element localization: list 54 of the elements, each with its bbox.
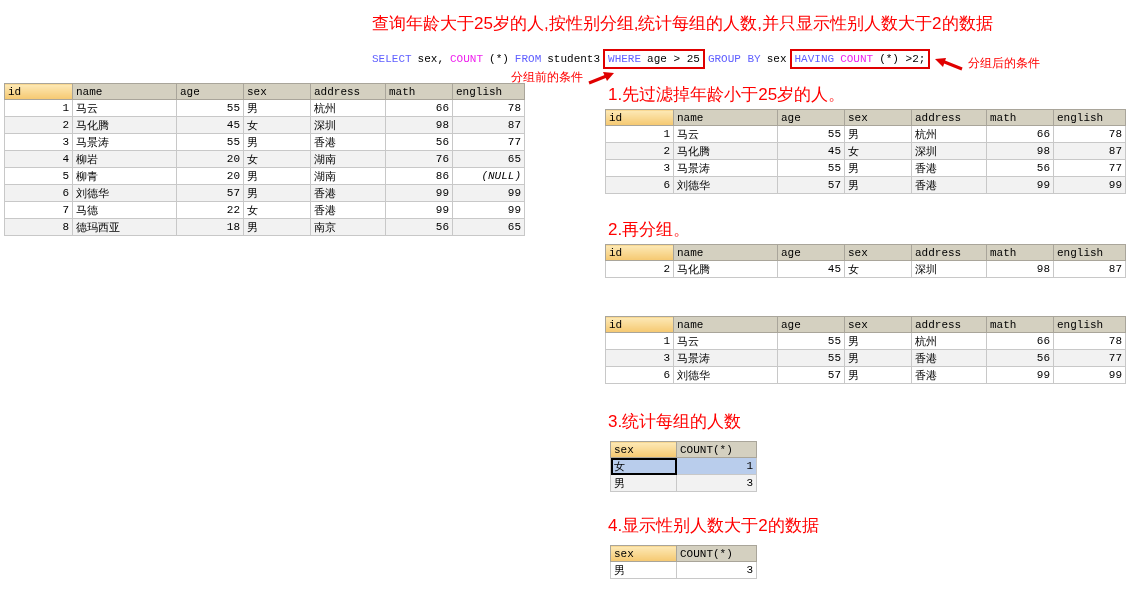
column-header[interactable]: sex: [844, 316, 912, 333]
column-header[interactable]: math: [986, 244, 1054, 261]
column-header[interactable]: english: [452, 83, 525, 100]
column-header[interactable]: address: [911, 109, 987, 126]
step-heading: 1.先过滤掉年龄小于25岁的人。: [608, 84, 847, 106]
column-header[interactable]: english: [1053, 109, 1126, 126]
column-header[interactable]: address: [911, 316, 987, 333]
step-heading: 3.统计每组的人数: [608, 411, 743, 433]
column-header[interactable]: sex: [610, 441, 677, 458]
step-heading: 4.显示性别人数大于2的数据: [608, 515, 820, 537]
column-header[interactable]: id: [605, 109, 674, 126]
column-header[interactable]: address: [911, 244, 987, 261]
column-header[interactable]: sex: [610, 545, 677, 562]
column-header[interactable]: id: [605, 316, 674, 333]
annotation-text: 分组前的条件: [511, 69, 584, 86]
sql-token: COUNT: [840, 53, 874, 65]
column-header[interactable]: name: [673, 244, 778, 261]
column-header[interactable]: sex: [243, 83, 311, 100]
column-header[interactable]: age: [777, 109, 845, 126]
column-header[interactable]: COUNT(*): [676, 441, 757, 458]
column-header[interactable]: age: [176, 83, 244, 100]
column-header[interactable]: id: [4, 83, 73, 100]
column-header[interactable]: english: [1053, 316, 1126, 333]
annotation-text: 分组后的条件: [968, 55, 1041, 72]
column-header[interactable]: name: [72, 83, 177, 100]
column-header[interactable]: address: [310, 83, 386, 100]
sql-token: (*): [489, 53, 509, 65]
sql-token: WHERE: [608, 53, 642, 65]
column-header[interactable]: id: [605, 244, 674, 261]
column-header[interactable]: math: [986, 316, 1054, 333]
arrow-icon: [934, 56, 965, 71]
sql-token: sex: [766, 53, 787, 65]
column-header[interactable]: COUNT(*): [676, 545, 757, 562]
column-header[interactable]: math: [986, 109, 1054, 126]
column-header[interactable]: name: [673, 316, 778, 333]
step-heading: 2.再分组。: [608, 219, 692, 241]
column-header[interactable]: sex: [844, 244, 912, 261]
sql-token: (*) >2;: [879, 53, 926, 65]
column-header[interactable]: english: [1053, 244, 1126, 261]
column-header[interactable]: sex: [844, 109, 912, 126]
sql-token: GROUP BY: [707, 53, 761, 65]
sql-token: HAVING: [794, 53, 835, 65]
sql-token: FROM: [514, 53, 542, 65]
sql-token: student3: [547, 53, 601, 65]
sql-token: SELECT: [372, 53, 412, 65]
column-header[interactable]: name: [673, 109, 778, 126]
sql-token: sex,: [417, 53, 444, 65]
arrow-icon: [587, 70, 616, 85]
page-title: 查询年龄大于25岁的人,按性别分组,统计每组的人数,并只显示性别人数大于2的数据: [372, 13, 994, 35]
column-header[interactable]: age: [777, 316, 845, 333]
column-header[interactable]: math: [385, 83, 453, 100]
sql-token: age > 25: [647, 53, 700, 65]
sql-token: COUNT: [450, 53, 484, 65]
column-header[interactable]: age: [777, 244, 845, 261]
